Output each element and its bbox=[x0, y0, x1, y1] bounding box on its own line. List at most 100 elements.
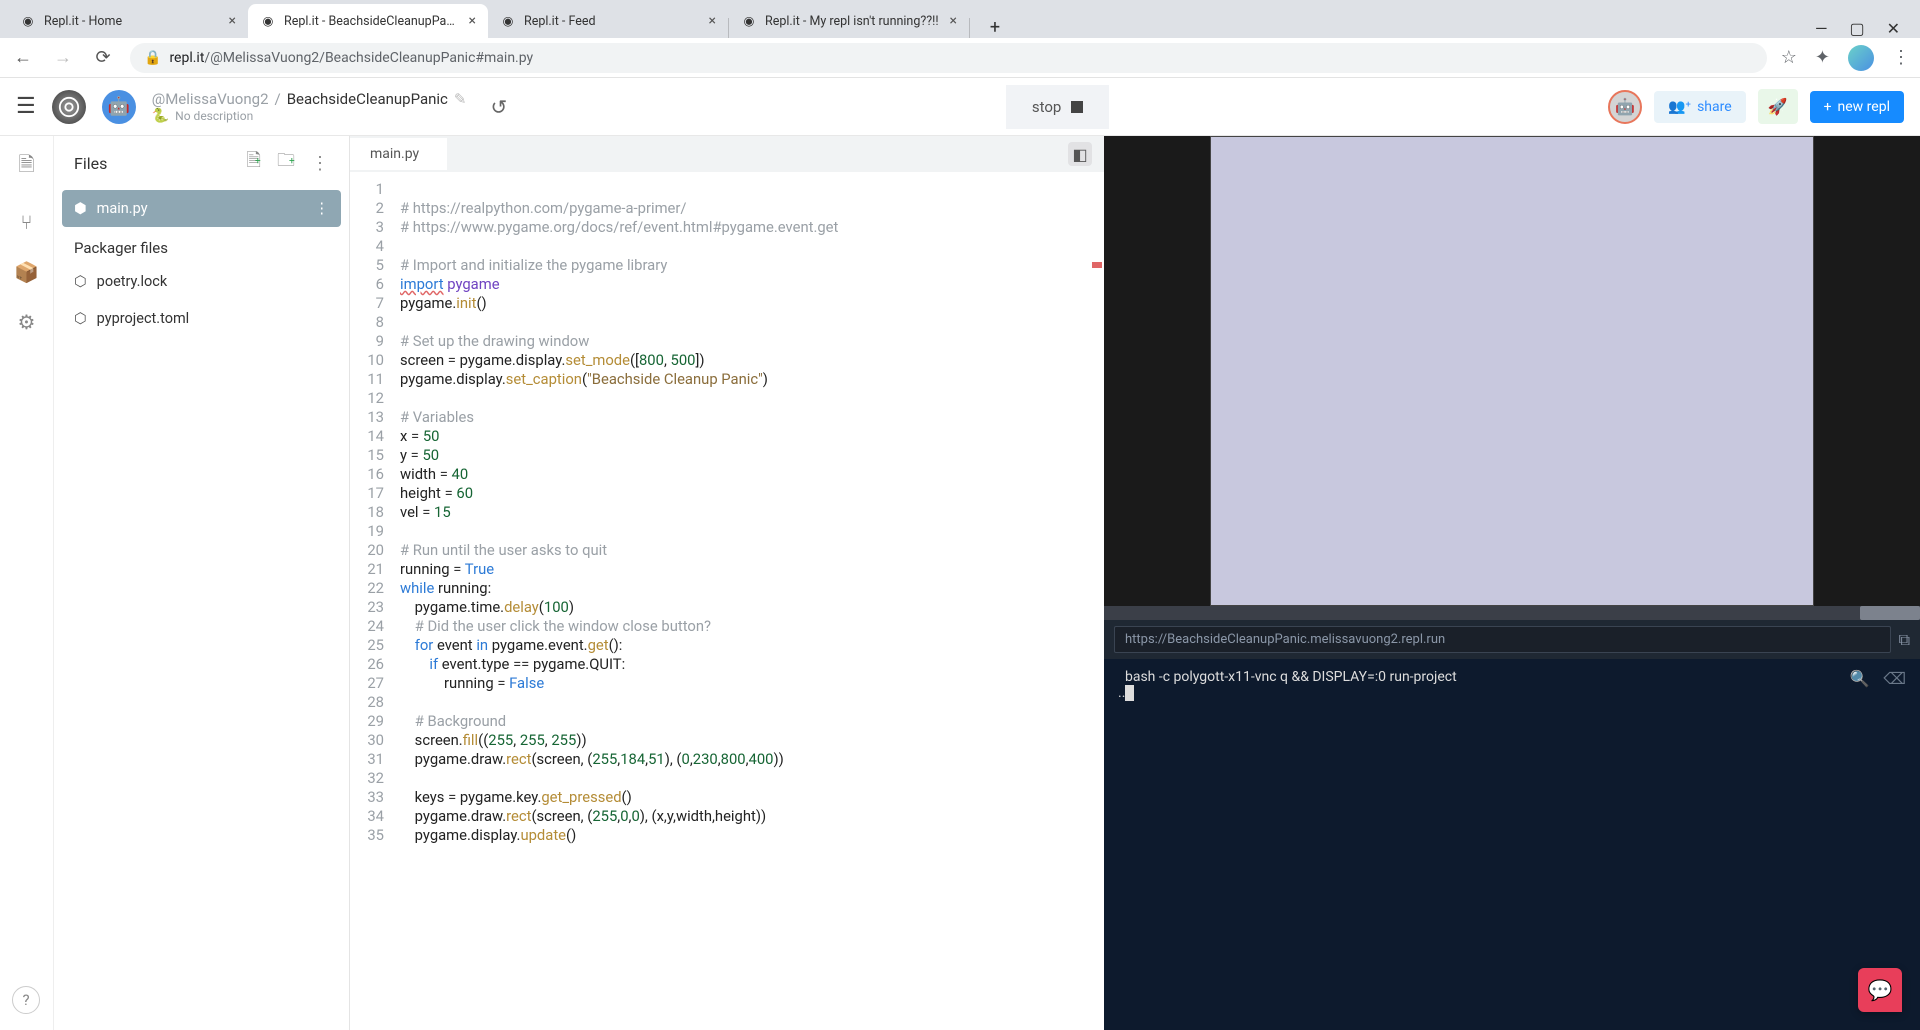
replit-favicon: ◉ bbox=[500, 13, 516, 29]
packager-header: Packager files bbox=[54, 227, 349, 263]
browser-tab-3[interactable]: ◉ Repl.it - My repl isn't running??!! × bbox=[729, 4, 969, 38]
url-path: /@MelissaVuong2/BeachsideCleanupPanic#ma… bbox=[204, 50, 533, 66]
layout-toggle-icon[interactable]: ◧ bbox=[1068, 142, 1092, 166]
browser-tab-0[interactable]: ◉ Repl.it - Home × bbox=[8, 4, 248, 38]
project-name[interactable]: BeachsideCleanupPanic bbox=[287, 90, 448, 108]
line-gutter: 1234567891011121314151617181920212223242… bbox=[350, 172, 394, 1030]
file-name: pyproject.toml bbox=[97, 310, 190, 327]
python-icon: 🐍 bbox=[152, 108, 169, 124]
run-url-input[interactable] bbox=[1114, 626, 1891, 653]
console-cursor bbox=[1125, 685, 1134, 701]
forward-button[interactable]: → bbox=[50, 47, 76, 68]
back-button[interactable]: ← bbox=[10, 47, 36, 68]
replit-favicon: ◉ bbox=[741, 13, 757, 29]
marker-strip bbox=[1088, 172, 1104, 1030]
canvas-scrollbar[interactable] bbox=[1104, 606, 1920, 620]
minimize-icon[interactable]: — bbox=[1815, 19, 1828, 38]
add-file-icon[interactable]: 🗎+ bbox=[247, 148, 261, 178]
file-menu-icon[interactable]: ⋮ bbox=[315, 200, 330, 217]
replit-favicon: ◉ bbox=[260, 13, 276, 29]
rocket-icon: 🚀 bbox=[1768, 97, 1788, 116]
package-file-icon: ⬡ bbox=[74, 310, 87, 327]
file-item-pyproject[interactable]: ⬡ pyproject.toml bbox=[54, 300, 349, 337]
stop-label: stop bbox=[1032, 98, 1061, 116]
files-header: Files bbox=[74, 154, 231, 173]
edit-name-icon[interactable]: ✎ bbox=[454, 90, 467, 108]
close-icon[interactable]: × bbox=[469, 13, 476, 29]
new-tab-button[interactable]: + bbox=[980, 17, 1010, 38]
close-icon[interactable]: × bbox=[709, 13, 716, 29]
file-panel: Files 🗎+ 🗀+ ⋮ ⬢ main.py ⋮ Packager files… bbox=[54, 136, 350, 1030]
stop-icon bbox=[1071, 101, 1083, 113]
close-window-icon[interactable]: ✕ bbox=[1887, 19, 1900, 38]
chat-icon: 💬 bbox=[1868, 978, 1893, 1002]
menu-icon[interactable]: ⋮ bbox=[1892, 47, 1910, 68]
help-button[interactable]: ? bbox=[12, 986, 40, 1014]
open-external-icon[interactable]: ⧉ bbox=[1899, 630, 1910, 650]
new-repl-button[interactable]: + new repl bbox=[1810, 91, 1904, 123]
output-panel: ⧉ bash -c polygott-x11-vnc q && DISPLAY=… bbox=[1104, 136, 1920, 1030]
packages-icon[interactable]: 📦 bbox=[14, 260, 39, 284]
files-rail-icon[interactable]: 🗎 bbox=[18, 150, 34, 184]
tab-strip: ◉ Repl.it - Home × ◉ Repl.it - Beachside… bbox=[0, 0, 1920, 38]
add-folder-icon[interactable]: 🗀+ bbox=[277, 148, 295, 178]
file-item-poetrylock[interactable]: ⬡ poetry.lock bbox=[54, 263, 349, 300]
user-avatar[interactable]: 🤖 bbox=[1608, 90, 1642, 124]
code-editor[interactable]: 1234567891011121314151617181920212223242… bbox=[350, 172, 1104, 1030]
share-icon: 👥⁺ bbox=[1668, 99, 1691, 115]
file-name: poetry.lock bbox=[97, 273, 168, 290]
python-file-icon: ⬢ bbox=[74, 200, 87, 217]
profile-avatar[interactable] bbox=[1848, 45, 1874, 71]
console[interactable]: bash -c polygott-x11-vnc q && DISPLAY=:0… bbox=[1104, 659, 1920, 1030]
editor-tab-bar: main.py ◧ bbox=[350, 136, 1104, 172]
share-label: share bbox=[1697, 99, 1732, 115]
hamburger-icon[interactable]: ☰ bbox=[16, 94, 36, 119]
pygame-canvas[interactable] bbox=[1210, 136, 1814, 606]
icon-rail: 🗎 ⑂ 📦 ⚙ ? bbox=[0, 136, 54, 1030]
code-content[interactable]: # https://realpython.com/pygame-a-primer… bbox=[394, 172, 1088, 1030]
run-url-bar: ⧉ bbox=[1104, 620, 1920, 659]
console-output: .. bbox=[1118, 685, 1125, 701]
editor-panel: main.py ◧ 123456789101112131415161718192… bbox=[350, 136, 1104, 1030]
history-icon[interactable]: ↺ bbox=[490, 95, 507, 119]
tab-title: Repl.it - Feed bbox=[524, 14, 701, 29]
package-file-icon: ⬡ bbox=[74, 273, 87, 290]
maximize-icon[interactable]: ▢ bbox=[1849, 19, 1864, 38]
tab-title: Repl.it - BeachsideCleanupPanic bbox=[284, 14, 461, 29]
tab-divider bbox=[969, 18, 970, 38]
url-host: repl.it bbox=[169, 50, 204, 66]
close-icon[interactable]: × bbox=[950, 13, 957, 29]
plus-icon: + bbox=[1824, 99, 1832, 115]
browser-tab-1[interactable]: ◉ Repl.it - BeachsideCleanupPanic × bbox=[248, 4, 488, 38]
lock-icon: 🔒 bbox=[144, 50, 161, 66]
files-menu-icon[interactable]: ⋮ bbox=[311, 153, 329, 174]
main-layout: 🗎 ⑂ 📦 ⚙ ? Files 🗎+ 🗀+ ⋮ ⬢ main.py ⋮ Pack… bbox=[0, 136, 1920, 1030]
editor-tab-mainpy[interactable]: main.py bbox=[350, 138, 447, 170]
graphics-output[interactable] bbox=[1104, 136, 1920, 606]
scroll-thumb[interactable] bbox=[1860, 606, 1920, 620]
address-bar: ← → ⟳ 🔒 repl.it/@MelissaVuong2/Beachside… bbox=[0, 38, 1920, 78]
owner-link[interactable]: @MelissaVuong2 bbox=[152, 90, 269, 108]
settings-icon[interactable]: ⚙ bbox=[18, 310, 36, 334]
chat-fab[interactable]: 💬 bbox=[1858, 968, 1902, 1012]
reload-button[interactable]: ⟳ bbox=[90, 47, 116, 68]
browser-tab-2[interactable]: ◉ Repl.it - Feed × bbox=[488, 4, 728, 38]
error-marker[interactable] bbox=[1092, 262, 1102, 268]
file-item-mainpy[interactable]: ⬢ main.py ⋮ bbox=[62, 190, 341, 227]
stop-button[interactable]: stop bbox=[1006, 85, 1109, 129]
version-control-icon[interactable]: ⑂ bbox=[21, 210, 33, 234]
share-button[interactable]: 👥⁺ share bbox=[1654, 91, 1746, 123]
project-avatar[interactable]: 🤖 bbox=[102, 90, 136, 124]
search-console-icon[interactable]: 🔍 bbox=[1849, 669, 1869, 688]
replit-logo[interactable] bbox=[52, 90, 86, 124]
project-description: No description bbox=[175, 109, 253, 123]
url-input[interactable]: 🔒 repl.it/@MelissaVuong2/BeachsideCleanu… bbox=[130, 43, 1767, 73]
new-repl-label: new repl bbox=[1838, 99, 1890, 115]
close-icon[interactable]: × bbox=[229, 13, 236, 29]
clear-console-icon[interactable]: ⌫ bbox=[1883, 669, 1906, 688]
extensions-icon[interactable]: ✦ bbox=[1815, 47, 1830, 68]
star-icon[interactable]: ☆ bbox=[1781, 47, 1797, 68]
boost-button[interactable]: 🚀 bbox=[1758, 89, 1798, 124]
browser-chrome: ◉ Repl.it - Home × ◉ Repl.it - Beachside… bbox=[0, 0, 1920, 78]
console-prompt bbox=[1118, 669, 1121, 685]
